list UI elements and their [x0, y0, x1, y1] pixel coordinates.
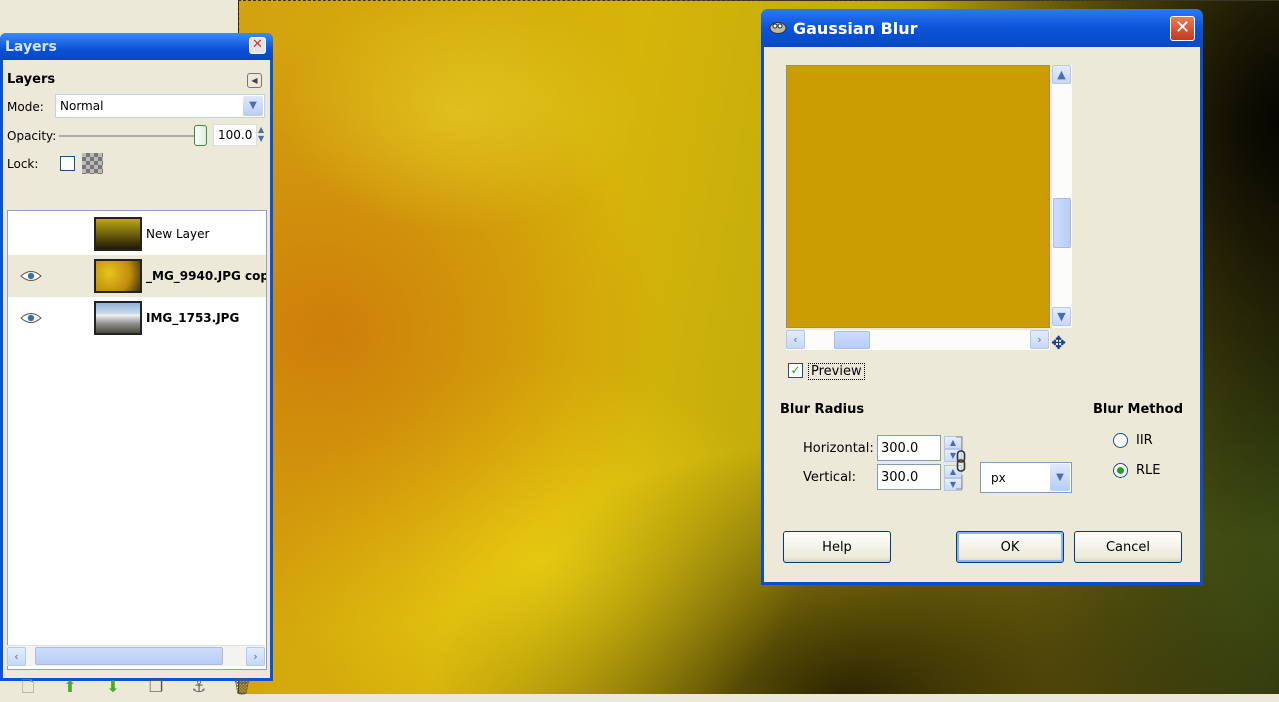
blur-method-heading: Blur Method [1093, 402, 1184, 417]
layer-name: New Layer [146, 227, 210, 241]
layers-window: Layers ✕ Layers ◀ Mode: Normal ▼ Opacity… [0, 33, 273, 696]
layer-thumbnail [94, 259, 142, 293]
gaussian-blur-dialog: Gaussian Blur ✕ ▲ ▼ ‹ › ✥ ✓ Preview Blur… [761, 9, 1203, 585]
preview-vscrollbar[interactable]: ▲ ▼ [1052, 65, 1072, 328]
opacity-value: 100.0 [218, 128, 253, 142]
layers-panel: Layers ◀ Mode: Normal ▼ Opacity: 100.0 ▲… [3, 60, 270, 696]
scroll-thumb[interactable] [834, 331, 870, 349]
opacity-slider[interactable] [59, 135, 202, 137]
opacity-spin-icon[interactable]: ▲ ▼ [258, 125, 264, 143]
blur-radius-heading: Blur Radius [780, 402, 865, 417]
new-layer-icon[interactable]: 🗋 [17, 676, 39, 698]
anchor-layer-icon[interactable]: ⚓ [188, 676, 210, 698]
lock-alpha-icon[interactable] [82, 153, 103, 174]
delete-layer-icon[interactable]: 🗑 [231, 676, 253, 698]
layer-row-img-1753[interactable]: IMG_1753.JPG [8, 297, 266, 339]
layers-toolbar: 🗋 ⬆ ⬇ ❐ ⚓ 🗑 [3, 672, 270, 702]
ok-button-label: OK [1000, 539, 1020, 555]
layers-window-titlebar[interactable]: Layers [0, 33, 273, 60]
dialog-body: ▲ ▼ ‹ › ✥ ✓ Preview Blur Radius Blur Met… [764, 47, 1200, 582]
preview-checkbox[interactable]: ✓ [788, 363, 803, 378]
chevron-up-icon[interactable]: ▲ [1052, 65, 1071, 84]
close-icon[interactable]: ✕ [249, 37, 266, 54]
help-button[interactable]: Help [783, 531, 891, 563]
method-iir-label[interactable]: IIR [1136, 433, 1153, 448]
layer-name: IMG_1753.JPG [146, 311, 240, 325]
mode-select-value: Normal [60, 99, 104, 113]
gimp-icon [769, 22, 787, 34]
chevron-down-icon[interactable]: ▼ [1050, 464, 1070, 491]
horizontal-label: Horizontal: [803, 441, 874, 456]
opacity-label: Opacity: [7, 129, 57, 143]
layer-list[interactable]: New Layer _MG_9940.JPG copy IMG_1753.JPG [7, 210, 267, 670]
layer-thumbnail [94, 217, 142, 251]
method-iir-radio[interactable] [1113, 433, 1128, 448]
unit-value: px [991, 470, 1006, 485]
vertical-radius-input[interactable]: 300.0 ▲ ▼ [877, 464, 962, 491]
chevron-right-icon[interactable]: › [246, 647, 265, 666]
layer-name: _MG_9940.JPG copy [146, 269, 266, 283]
horizontal-radius-value: 300.0 [881, 440, 919, 456]
chevron-down-icon[interactable]: ▼ [1052, 307, 1071, 326]
layer-thumbnail [94, 301, 142, 335]
eye-icon[interactable] [20, 269, 42, 283]
method-rle-radio[interactable] [1113, 463, 1128, 478]
scroll-thumb[interactable] [35, 647, 223, 665]
raise-layer-icon[interactable]: ⬆ [59, 676, 81, 698]
chevron-left-icon[interactable]: ‹ [7, 647, 26, 666]
chevron-right-icon[interactable]: › [1030, 330, 1049, 349]
layer-list-hscrollbar[interactable]: ‹ › [7, 645, 265, 666]
vertical-label: Vertical: [803, 470, 857, 485]
lock-label: Lock: [7, 157, 39, 171]
layers-window-title: Layers [5, 38, 57, 55]
opacity-slider-handle[interactable] [194, 125, 207, 146]
duplicate-layer-icon[interactable]: ❐ [145, 676, 167, 698]
ok-button[interactable]: OK [956, 531, 1064, 563]
navigate-move-icon[interactable]: ✥ [1051, 333, 1066, 354]
chevron-left-icon[interactable]: ‹ [786, 330, 805, 349]
layer-row-new-layer[interactable]: New Layer [8, 213, 266, 255]
opacity-input[interactable]: 100.0 [213, 124, 257, 146]
method-rle-label[interactable]: RLE [1136, 463, 1161, 478]
chain-link-icon[interactable] [954, 435, 968, 491]
preview-area[interactable] [786, 65, 1050, 328]
close-icon[interactable]: ✕ [1170, 16, 1195, 41]
help-button-label: Help [822, 539, 852, 555]
preview-hscrollbar[interactable]: ‹ › [786, 330, 1050, 350]
dialog-title: Gaussian Blur [793, 18, 918, 38]
lower-layer-icon[interactable]: ⬇ [102, 676, 124, 698]
dialog-titlebar[interactable]: Gaussian Blur ✕ [761, 9, 1203, 47]
eye-icon[interactable] [20, 311, 42, 325]
vertical-radius-value: 300.0 [881, 469, 919, 485]
cancel-button-label: Cancel [1105, 539, 1151, 555]
tab-menu-icon[interactable]: ◀ [247, 73, 262, 88]
horizontal-radius-input[interactable]: 300.0 ▲ ▼ [877, 435, 962, 462]
preview-label[interactable]: Preview [808, 363, 865, 380]
mode-label: Mode: [7, 100, 44, 114]
lock-pixels-checkbox[interactable] [60, 156, 75, 171]
layers-section-label: Layers [7, 72, 56, 87]
mode-select[interactable]: Normal ▼ [55, 94, 265, 118]
scroll-thumb[interactable] [1053, 198, 1071, 248]
chevron-down-icon[interactable]: ▼ [243, 96, 263, 116]
cancel-button[interactable]: Cancel [1074, 531, 1182, 563]
unit-select[interactable]: px ▼ [980, 462, 1072, 493]
layer-row-mg-9940[interactable]: _MG_9940.JPG copy [8, 255, 266, 297]
